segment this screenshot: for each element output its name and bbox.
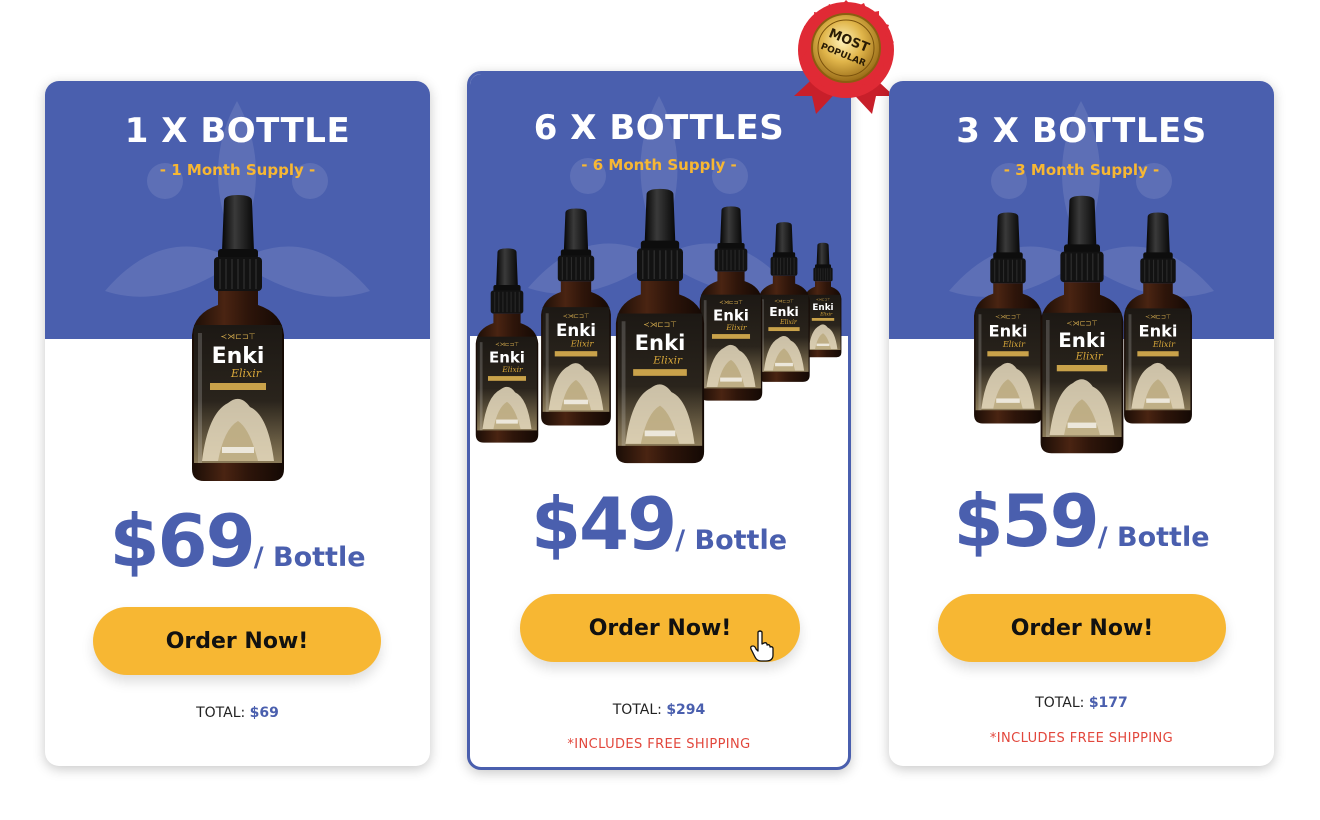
most-popular-ribbon-icon: MOST POPULAR: [794, 0, 894, 114]
bottle: [1121, 211, 1195, 425]
bottle: [473, 247, 541, 444]
product-bottles-image: [45, 193, 430, 488]
total-value: $69: [249, 705, 279, 721]
card-title: 3 X BOTTLES: [956, 111, 1207, 151]
hand-pointer-cursor-icon: [750, 630, 774, 662]
bottle: [188, 193, 288, 483]
price-display: $69/ Bottle: [45, 499, 430, 583]
total-line: TOTAL: $69: [45, 705, 430, 721]
product-bottles-image: [889, 191, 1274, 461]
price-unit: / Bottle: [253, 542, 366, 573]
card-title: 1 X BOTTLE: [124, 111, 351, 151]
total-line: TOTAL: $177: [889, 695, 1274, 711]
bottle: [1037, 194, 1127, 455]
order-now-button[interactable]: Order Now!: [93, 607, 381, 675]
price-amount: $59: [953, 479, 1099, 563]
supply-subtitle: - 6 Month Supply -: [581, 156, 737, 174]
bottle: [971, 211, 1045, 425]
price-display: $59/ Bottle: [889, 479, 1274, 563]
total-label: TOTAL:: [1035, 695, 1085, 711]
total-label: TOTAL:: [196, 705, 246, 721]
free-shipping-note: *INCLUDES FREE SHIPPING: [989, 731, 1174, 746]
price-unit: / Bottle: [675, 525, 788, 556]
product-bottles-image: [470, 184, 848, 474]
price-amount: $49: [530, 482, 677, 566]
total-line: TOTAL: $294: [470, 702, 848, 718]
total-label: TOTAL:: [612, 702, 662, 718]
free-shipping-note: *INCLUDES FREE SHIPPING: [567, 737, 751, 752]
price-display: $49/ Bottle: [470, 482, 848, 566]
total-value: $177: [1088, 695, 1128, 711]
total-value: $294: [666, 702, 706, 718]
pricing-card-3-bottles: 3 X BOTTLES - 3 Month Supply - $59/ Bott…: [889, 81, 1274, 766]
supply-subtitle: - 3 Month Supply -: [1003, 161, 1160, 179]
price-unit: / Bottle: [1097, 522, 1210, 553]
bottle: [612, 187, 708, 465]
supply-subtitle: - 1 Month Supply -: [159, 161, 316, 179]
order-now-button[interactable]: Order Now!: [938, 594, 1226, 662]
pricing-card-1-bottle: 1 X BOTTLE - 1 Month Supply - $69/ Bottl…: [45, 81, 430, 766]
pricing-card-6-bottles: 6 X BOTTLES - 6 Month Supply - $49/ Bott…: [467, 71, 851, 770]
price-amount: $69: [109, 499, 255, 583]
bottle: [538, 207, 614, 427]
